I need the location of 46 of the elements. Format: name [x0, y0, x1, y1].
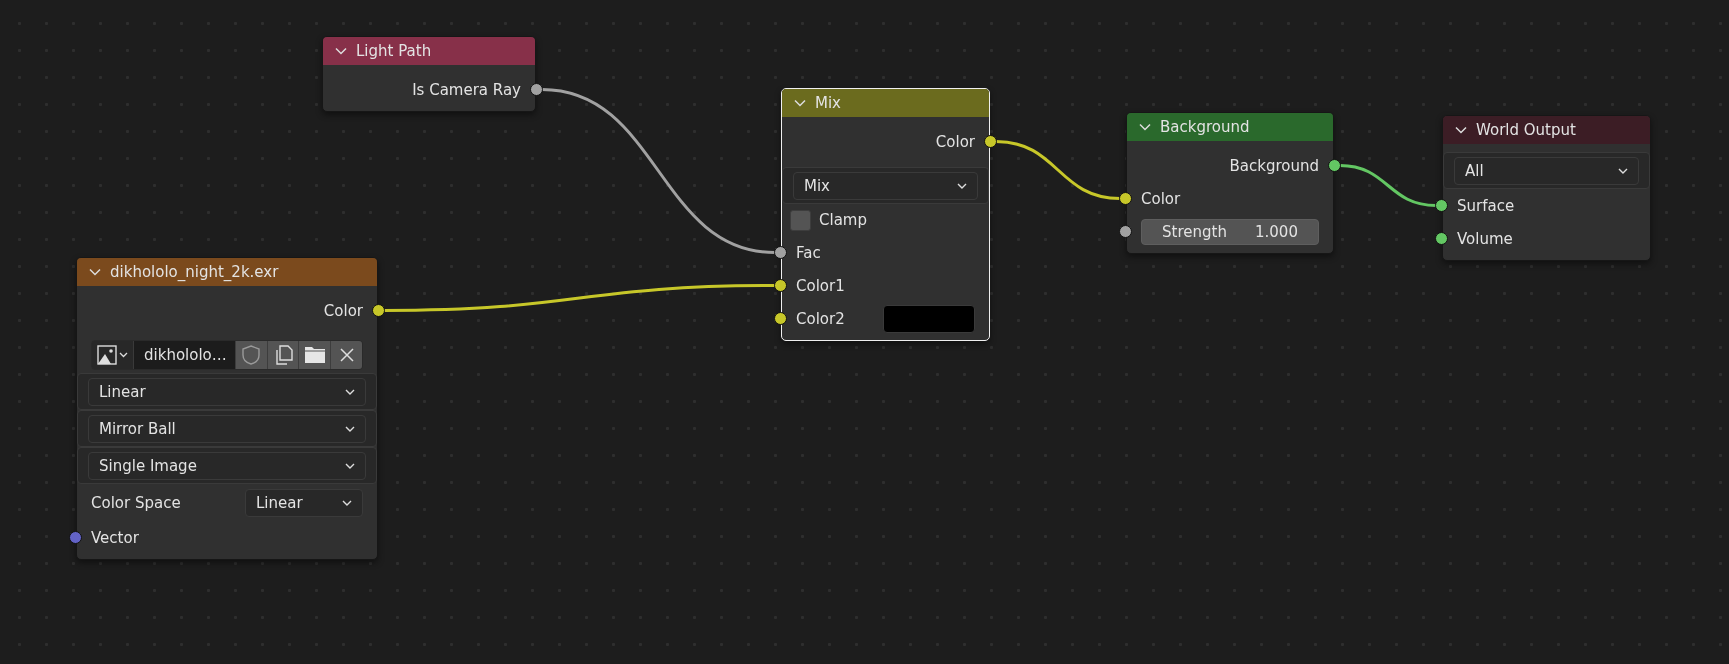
chevron-icon[interactable] — [89, 268, 101, 276]
caret-icon — [957, 182, 967, 189]
color-swatch[interactable] — [883, 304, 975, 333]
socket-label: Color — [1141, 189, 1181, 208]
chevron-icon[interactable] — [1455, 126, 1467, 134]
node-title: Background — [1160, 118, 1250, 136]
chevron-icon[interactable] — [335, 47, 347, 55]
caret-icon — [345, 462, 355, 469]
node-header[interactable]: Mix — [782, 89, 989, 117]
node-header[interactable]: World Output — [1443, 116, 1650, 144]
dropdown[interactable]: All — [1454, 156, 1639, 185]
field-label: Color Space — [91, 493, 181, 512]
node-panel[interactable]: Light Path Is Camera Ray — [322, 36, 536, 112]
chevron-icon[interactable] — [1139, 123, 1151, 131]
node-header[interactable]: Background — [1127, 113, 1333, 141]
node-header[interactable]: Light Path — [323, 37, 535, 65]
caret-icon — [345, 425, 355, 432]
dropdown[interactable]: Mirror Ball — [88, 414, 366, 443]
node-header[interactable]: dikhololo_night_2k.exr — [77, 258, 377, 286]
checkbox-label: Clamp — [819, 211, 867, 229]
dropdown[interactable]: Mix — [793, 171, 978, 200]
node-panel[interactable]: Mix Color Mix Clamp Fac Color1 Color2 — [781, 88, 990, 341]
node-panel[interactable]: World Output All Surface Volume — [1442, 115, 1651, 261]
node-title: World Output — [1476, 121, 1576, 139]
node-title: Mix — [815, 94, 841, 112]
socket-label: Fac — [796, 243, 821, 262]
node-title: Light Path — [356, 42, 432, 60]
socket-label: Color — [935, 132, 975, 151]
caret-icon — [1618, 167, 1628, 174]
socket-label: Color1 — [796, 276, 845, 295]
checkbox[interactable] — [790, 209, 811, 231]
caret-icon — [342, 499, 352, 506]
socket-label: Color — [323, 301, 363, 320]
socket-label: Background — [1229, 156, 1319, 175]
node-title: dikhololo_night_2k.exr — [110, 263, 279, 281]
node-panel[interactable]: Background Background Color Strength 1.000 — [1126, 112, 1334, 254]
socket-label: Surface — [1457, 196, 1515, 215]
dropdown[interactable]: Single Image — [88, 451, 366, 480]
socket-label: Is Camera Ray — [412, 80, 521, 99]
socket-label: Vector — [91, 528, 139, 547]
dropdown[interactable]: Linear — [88, 377, 366, 406]
dropdown[interactable]: Linear — [245, 488, 363, 517]
socket-label: Volume — [1457, 229, 1513, 248]
caret-icon — [345, 388, 355, 395]
strength-field[interactable]: Strength 1.000 — [1141, 218, 1319, 245]
socket-label: Color2 — [796, 309, 845, 328]
